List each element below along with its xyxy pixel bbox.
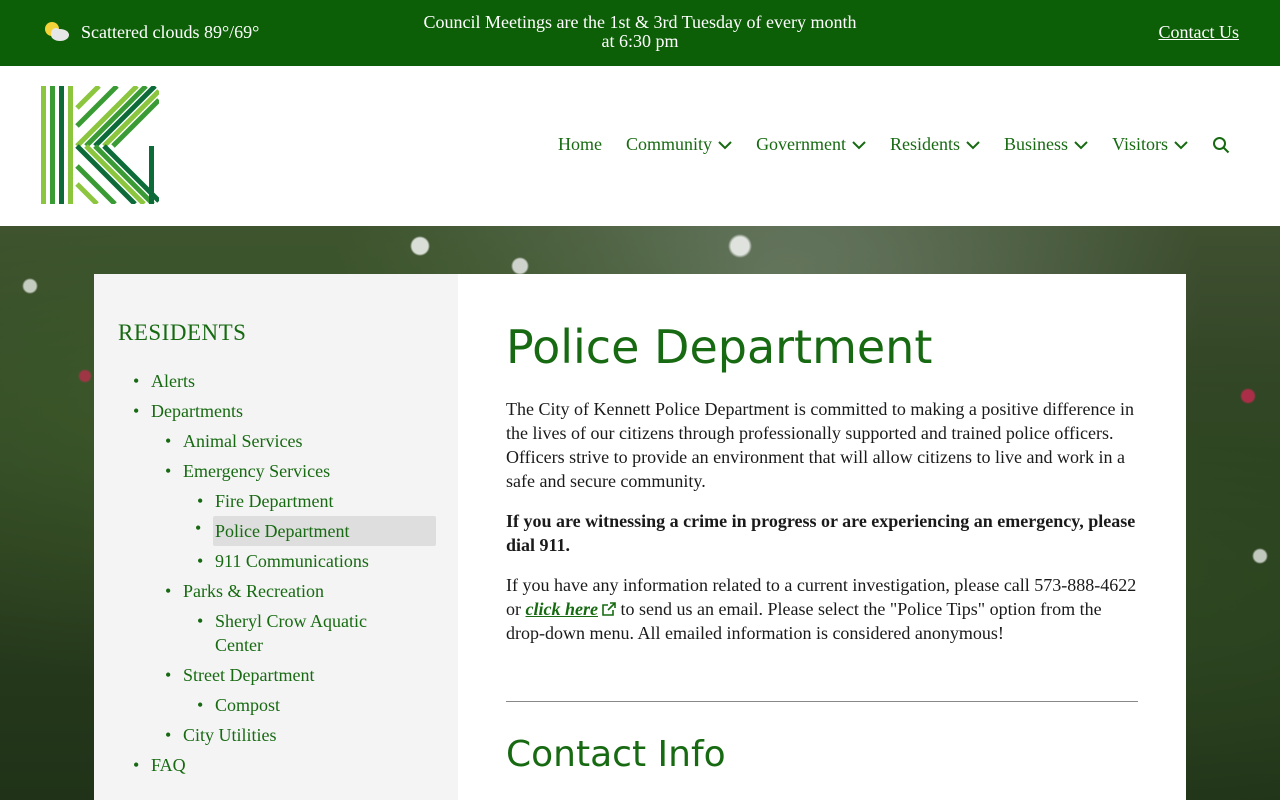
sidebar-title: RESIDENTS [118, 320, 247, 345]
nav-business[interactable]: Business [1004, 134, 1088, 155]
nav-label: Residents [890, 134, 961, 154]
intro-paragraph: The City of Kennett Police Department is… [506, 399, 1135, 491]
sidebar: RESIDENTS Alerts Departments Animal Serv… [94, 274, 458, 800]
announcement: Council Meetings are the 1st & 3rd Tuesd… [380, 13, 900, 51]
sidebar-item-departments[interactable]: Departments [133, 399, 243, 423]
sidebar-item-compost[interactable]: Compost [197, 693, 280, 717]
announcement-line-2: at 6:30 pm [601, 31, 679, 51]
chevron-down-icon [718, 140, 732, 149]
sidebar-item-street-department[interactable]: Street Department [165, 663, 315, 687]
contact-us-link[interactable]: Contact Us [1159, 22, 1240, 43]
emergency-text: If you are witnessing a crime in progres… [506, 511, 1136, 555]
nav-residents[interactable]: Residents [890, 134, 980, 155]
sidebar-item-emergency-services[interactable]: Emergency Services [165, 459, 330, 483]
tips-paragraph: If you have any information related to a… [506, 573, 1138, 645]
chevron-down-icon [1074, 140, 1088, 149]
sidebar-item-911-communications[interactable]: 911 Communications [197, 549, 369, 573]
nav-label: Business [1004, 134, 1069, 154]
emergency-paragraph: If you are witnessing a crime in progres… [506, 509, 1138, 557]
sidebar-item-animal-services[interactable]: Animal Services [165, 429, 303, 453]
sidebar-item-police-department[interactable]: Police Department [195, 516, 436, 546]
kennett-k-logo[interactable] [41, 84, 161, 206]
nav-label: Home [558, 134, 603, 154]
external-link-icon [602, 602, 616, 616]
section-divider [506, 701, 1138, 702]
sidebar-item-alerts[interactable]: Alerts [133, 369, 195, 393]
click-here-link[interactable]: click here [526, 599, 598, 619]
sidebar-item-fire-department[interactable]: Fire Department [197, 489, 334, 513]
contact-info-heading: Contact Info [506, 734, 726, 775]
chevron-down-icon [1174, 140, 1188, 149]
weather-text: Scattered clouds 89°/69° [81, 21, 260, 42]
sidebar-item-parks-recreation[interactable]: Parks & Recreation [165, 579, 324, 603]
announcement-line-1: Council Meetings are the 1st & 3rd Tuesd… [423, 12, 857, 32]
weather-widget: Scattered clouds 89°/69° [43, 20, 259, 44]
page-title: Police Department [506, 320, 933, 374]
chevron-down-icon [966, 140, 980, 149]
search-icon[interactable] [1212, 136, 1230, 154]
nav-community[interactable]: Community [626, 134, 732, 155]
nav-label: Community [626, 134, 713, 154]
nav-government[interactable]: Government [756, 134, 866, 155]
partly-cloudy-icon [43, 20, 71, 44]
content-panel: RESIDENTS Alerts Departments Animal Serv… [94, 274, 1186, 800]
sidebar-item-city-utilities[interactable]: City Utilities [165, 723, 276, 747]
chevron-down-icon [852, 140, 866, 149]
site-header: Home Community Government Residents Busi… [0, 66, 1280, 226]
sidebar-item-faq[interactable]: FAQ [133, 753, 186, 777]
nav-label: Visitors [1112, 134, 1168, 154]
nav-home[interactable]: Home [558, 134, 602, 155]
top-bar: Scattered clouds 89°/69° Council Meeting… [0, 0, 1280, 66]
sidebar-item-sheryl-crow-aquatic-center[interactable]: Sheryl Crow Aquatic Center [197, 609, 415, 657]
nav-visitors[interactable]: Visitors [1112, 134, 1188, 155]
main-nav: Home Community Government Residents Busi… [534, 134, 1230, 155]
nav-label: Government [756, 134, 847, 154]
